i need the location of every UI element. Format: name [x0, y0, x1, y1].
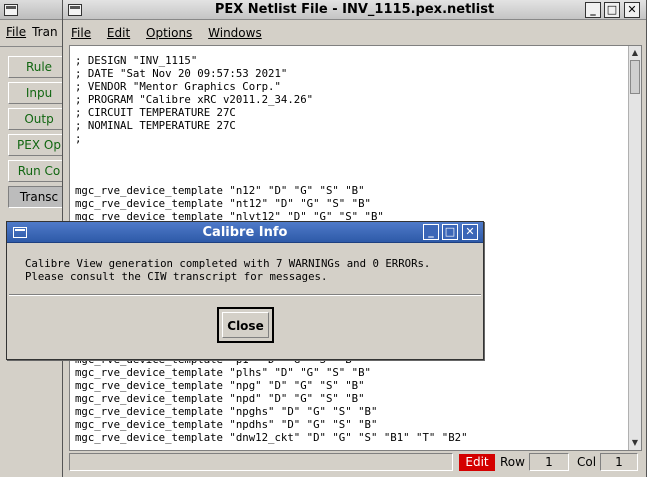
window-menu-icon[interactable]: [4, 4, 18, 16]
dialog-message: Calibre View generation completed with 7…: [25, 257, 430, 283]
editor-window-title: PEX Netlist File - INV_1115.pex.netlist: [214, 2, 495, 17]
editor-menubar: File Edit Options Windows: [63, 23, 646, 43]
close-icon[interactable]: ✕: [624, 2, 640, 18]
netlist-line: mgc_rve_device_template "plhs" "D" "G" "…: [75, 366, 371, 379]
editor-titlebar[interactable]: PEX Netlist File - INV_1115.pex.netlist …: [63, 0, 646, 20]
maximize-icon[interactable]: □: [442, 224, 458, 240]
dialog-separator: [9, 294, 481, 296]
close-icon[interactable]: ✕: [462, 224, 478, 240]
netlist-line: ; PROGRAM "Calibre xRC v2011.2_34.26": [75, 93, 314, 106]
dialog-message-line: Please consult the CIW transcript for me…: [25, 270, 328, 283]
netlist-line: mgc_rve_device_template "dnw12_ckt" "D" …: [75, 431, 468, 444]
row-value: 1: [529, 453, 569, 471]
status-message-field: [69, 453, 453, 471]
menu-options[interactable]: Options: [138, 23, 196, 40]
netlist-line: mgc_rve_device_template "npdhs" "D" "G" …: [75, 418, 378, 431]
netlist-line: ;: [75, 132, 82, 145]
dialog-title: Calibre Info: [202, 225, 288, 240]
back-window-menubar: File Tran: [0, 22, 70, 42]
netlist-line: mgc_rve_device_template "npghs" "D" "G" …: [75, 405, 378, 418]
close-button[interactable]: Close: [217, 307, 274, 343]
scroll-down-icon[interactable]: ▼: [629, 437, 641, 449]
netlist-text-top: ; DESIGN "INV_1115" ; DATE "Sat Nov 20 0…: [75, 54, 384, 236]
netlist-line: mgc_rve_device_template "nt12" "D" "G" "…: [75, 197, 371, 210]
nav-button-pex-options[interactable]: PEX Op: [8, 134, 70, 156]
netlist-line: ; DATE "Sat Nov 20 09:57:53 2021": [75, 67, 288, 80]
vertical-scrollbar[interactable]: ▲ ▼: [628, 46, 641, 450]
close-button-label: Close: [222, 312, 269, 338]
dialog-titlebar[interactable]: Calibre Info _ □ ✕: [7, 222, 483, 243]
editor-status-bar: Edit Row 1 Col 1: [69, 453, 642, 473]
edit-mode-indicator[interactable]: Edit: [459, 454, 495, 471]
back-menu-file[interactable]: File: [0, 22, 26, 39]
netlist-line: ; CIRCUIT TEMPERATURE 27C: [75, 106, 236, 119]
dialog-message-line: Calibre View generation completed with 7…: [25, 257, 431, 270]
netlist-line: ; DESIGN "INV_1115": [75, 54, 198, 67]
scrollbar-thumb[interactable]: [630, 60, 640, 94]
minimize-icon[interactable]: _: [585, 2, 601, 18]
nav-button-outputs[interactable]: Outp: [8, 108, 70, 130]
netlist-text-bottom: mgc_rve_device_template "p1" "D" "G" "S"…: [75, 353, 468, 444]
menu-file[interactable]: File: [63, 23, 95, 40]
netlist-line: mgc_rve_device_template "npg" "D" "G" "S…: [75, 379, 365, 392]
calibre-info-dialog: Calibre Info _ □ ✕ Calibre View generati…: [6, 221, 484, 360]
nav-button-transcript[interactable]: Transc: [8, 186, 70, 208]
scroll-up-icon[interactable]: ▲: [629, 47, 641, 59]
back-menu-transcript[interactable]: Tran: [26, 22, 57, 39]
netlist-line: mgc_rve_device_template "n12" "D" "G" "S…: [75, 184, 365, 197]
menu-edit[interactable]: Edit: [99, 23, 134, 40]
col-label: Col: [577, 455, 597, 469]
nav-button-inputs[interactable]: Inpu: [8, 82, 70, 104]
col-value: 1: [600, 453, 638, 471]
minimize-icon[interactable]: _: [423, 224, 439, 240]
row-label: Row: [500, 455, 525, 469]
netlist-line: mgc_rve_device_template "npd" "D" "G" "S…: [75, 392, 365, 405]
back-window-titlebar[interactable]: [0, 0, 70, 20]
maximize-icon[interactable]: □: [604, 2, 620, 18]
menu-windows[interactable]: Windows: [200, 23, 266, 40]
netlist-line: ; NOMINAL TEMPERATURE 27C: [75, 119, 236, 132]
netlist-line: ; VENDOR "Mentor Graphics Corp.": [75, 80, 281, 93]
nav-button-run-control[interactable]: Run Co: [8, 160, 70, 182]
nav-button-rules[interactable]: Rule: [8, 56, 70, 78]
